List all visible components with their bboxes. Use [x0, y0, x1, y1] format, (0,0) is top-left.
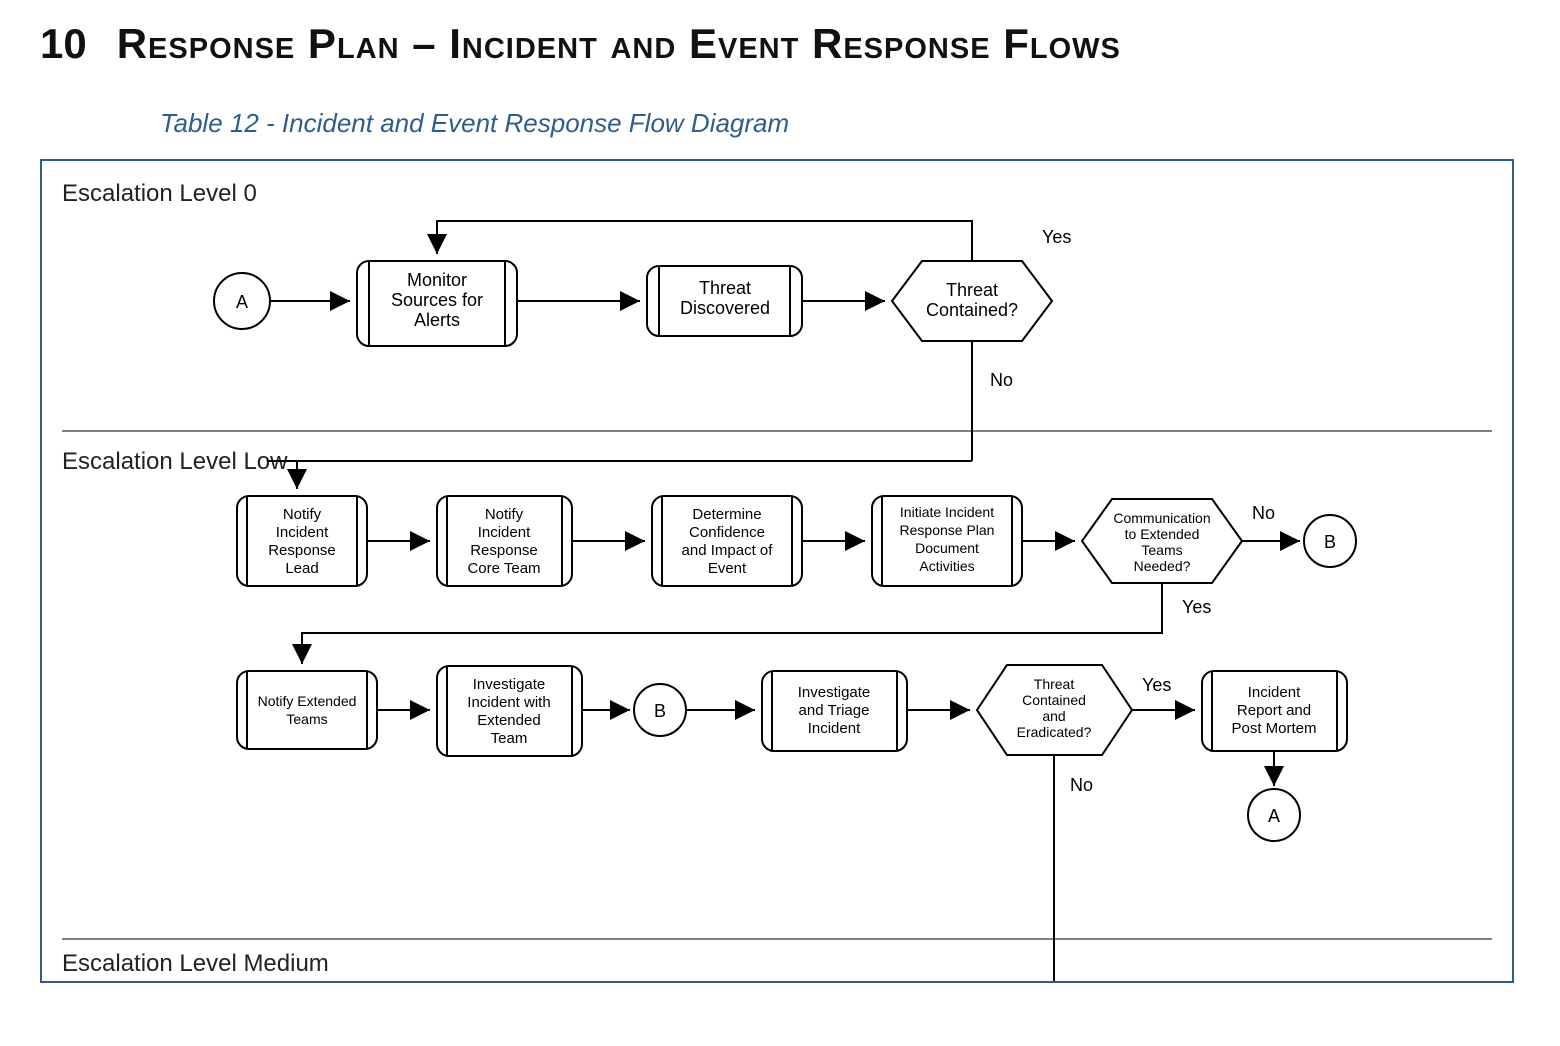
svg-text:Confidence: Confidence — [689, 524, 765, 541]
svg-text:Extended: Extended — [477, 712, 540, 729]
process-notify-lead: Notify Incident Response Lead — [237, 496, 367, 586]
decision-contained-eradicated: Threat Contained and Eradicated? — [977, 665, 1132, 755]
svg-text:Alerts: Alerts — [414, 310, 460, 330]
decision-comm-needed: Communication to Extended Teams Needed? — [1082, 499, 1242, 583]
svg-text:Discovered: Discovered — [680, 298, 770, 318]
svg-text:Monitor: Monitor — [407, 270, 467, 290]
edge-yes-0: Yes — [1042, 227, 1071, 247]
svg-text:Needed?: Needed? — [1134, 558, 1191, 574]
svg-text:and Impact of: and Impact of — [682, 542, 774, 559]
svg-text:Event: Event — [708, 560, 747, 577]
connector-a-start-label: A — [236, 292, 248, 312]
process-investigate-extended: Investigate Incident with Extended Team — [437, 666, 582, 756]
section-title: Response Plan – Incident and Event Respo… — [117, 20, 1121, 68]
flow-diagram: Escalation Level 0 Escalation Level Low … — [40, 159, 1514, 983]
svg-text:Sources for: Sources for — [391, 290, 483, 310]
edge-no-1: No — [1252, 503, 1275, 523]
svg-text:Activities: Activities — [919, 558, 974, 574]
svg-text:Incident with: Incident with — [467, 694, 550, 711]
svg-text:Notify Extended: Notify Extended — [258, 693, 357, 709]
svg-text:Post Mortem: Post Mortem — [1231, 720, 1316, 737]
svg-text:Lead: Lead — [285, 560, 318, 577]
process-notify-extended: Notify Extended Teams — [237, 671, 377, 749]
lane-label-medium: Escalation Level Medium — [62, 950, 329, 977]
svg-text:Response Plan: Response Plan — [900, 522, 995, 538]
svg-text:Teams: Teams — [286, 711, 327, 727]
svg-text:Investigate: Investigate — [473, 676, 546, 693]
svg-text:Team: Team — [491, 730, 528, 747]
svg-text:Threat: Threat — [1034, 676, 1075, 692]
section-number: 10 — [40, 20, 87, 68]
figure-caption: Table 12 - Incident and Event Response F… — [160, 108, 1520, 139]
svg-text:Notify: Notify — [485, 506, 524, 523]
svg-text:to Extended: to Extended — [1125, 526, 1200, 542]
svg-text:Core Team: Core Team — [467, 560, 540, 577]
edge-no-0: No — [990, 370, 1013, 390]
decision-threat-contained: Threat Contained? — [892, 261, 1052, 341]
process-incident-report: Incident Report and Post Mortem — [1202, 671, 1347, 751]
process-threat-discovered: Threat Discovered — [647, 266, 802, 336]
connector-b-mid-label: B — [654, 701, 666, 721]
process-initiate-plan: Initiate Incident Response Plan Document… — [872, 496, 1022, 586]
svg-text:Teams: Teams — [1141, 542, 1182, 558]
svg-text:Incident: Incident — [478, 524, 531, 541]
process-investigate-triage: Investigate and Triage Incident — [762, 671, 907, 751]
svg-text:and: and — [1042, 708, 1065, 724]
svg-text:Threat: Threat — [699, 278, 751, 298]
svg-text:Contained?: Contained? — [926, 300, 1018, 320]
process-monitor-sources: Monitor Sources for Alerts — [357, 261, 517, 346]
svg-text:Notify: Notify — [283, 506, 322, 523]
lane-label-low: Escalation Level Low — [62, 448, 288, 475]
svg-text:Determine: Determine — [692, 506, 761, 523]
edge-yes-1: Yes — [1182, 597, 1211, 617]
section-heading: 10 Response Plan – Incident and Event Re… — [40, 20, 1520, 68]
connector-a-end-label: A — [1268, 806, 1280, 826]
svg-text:Threat: Threat — [946, 280, 998, 300]
svg-text:Incident: Incident — [808, 720, 861, 737]
svg-text:Communication: Communication — [1113, 510, 1210, 526]
edge-yes-2: Yes — [1142, 675, 1171, 695]
connector-b-top-label: B — [1324, 532, 1336, 552]
svg-text:Investigate: Investigate — [798, 684, 871, 701]
process-notify-core-team: Notify Incident Response Core Team — [437, 496, 572, 586]
svg-text:Eradicated?: Eradicated? — [1017, 724, 1092, 740]
svg-text:Incident: Incident — [276, 524, 329, 541]
svg-text:Incident: Incident — [1248, 684, 1301, 701]
svg-text:Contained: Contained — [1022, 692, 1086, 708]
svg-text:Report and: Report and — [1237, 702, 1311, 719]
svg-text:Response: Response — [268, 542, 336, 559]
lane-label-level0: Escalation Level 0 — [62, 180, 257, 207]
svg-text:Initiate Incident: Initiate Incident — [900, 504, 994, 520]
svg-text:and Triage: and Triage — [799, 702, 870, 719]
svg-text:Response: Response — [470, 542, 538, 559]
edge-no-2: No — [1070, 775, 1093, 795]
svg-text:Document: Document — [915, 540, 979, 556]
process-determine-impact: Determine Confidence and Impact of Event — [652, 496, 802, 586]
